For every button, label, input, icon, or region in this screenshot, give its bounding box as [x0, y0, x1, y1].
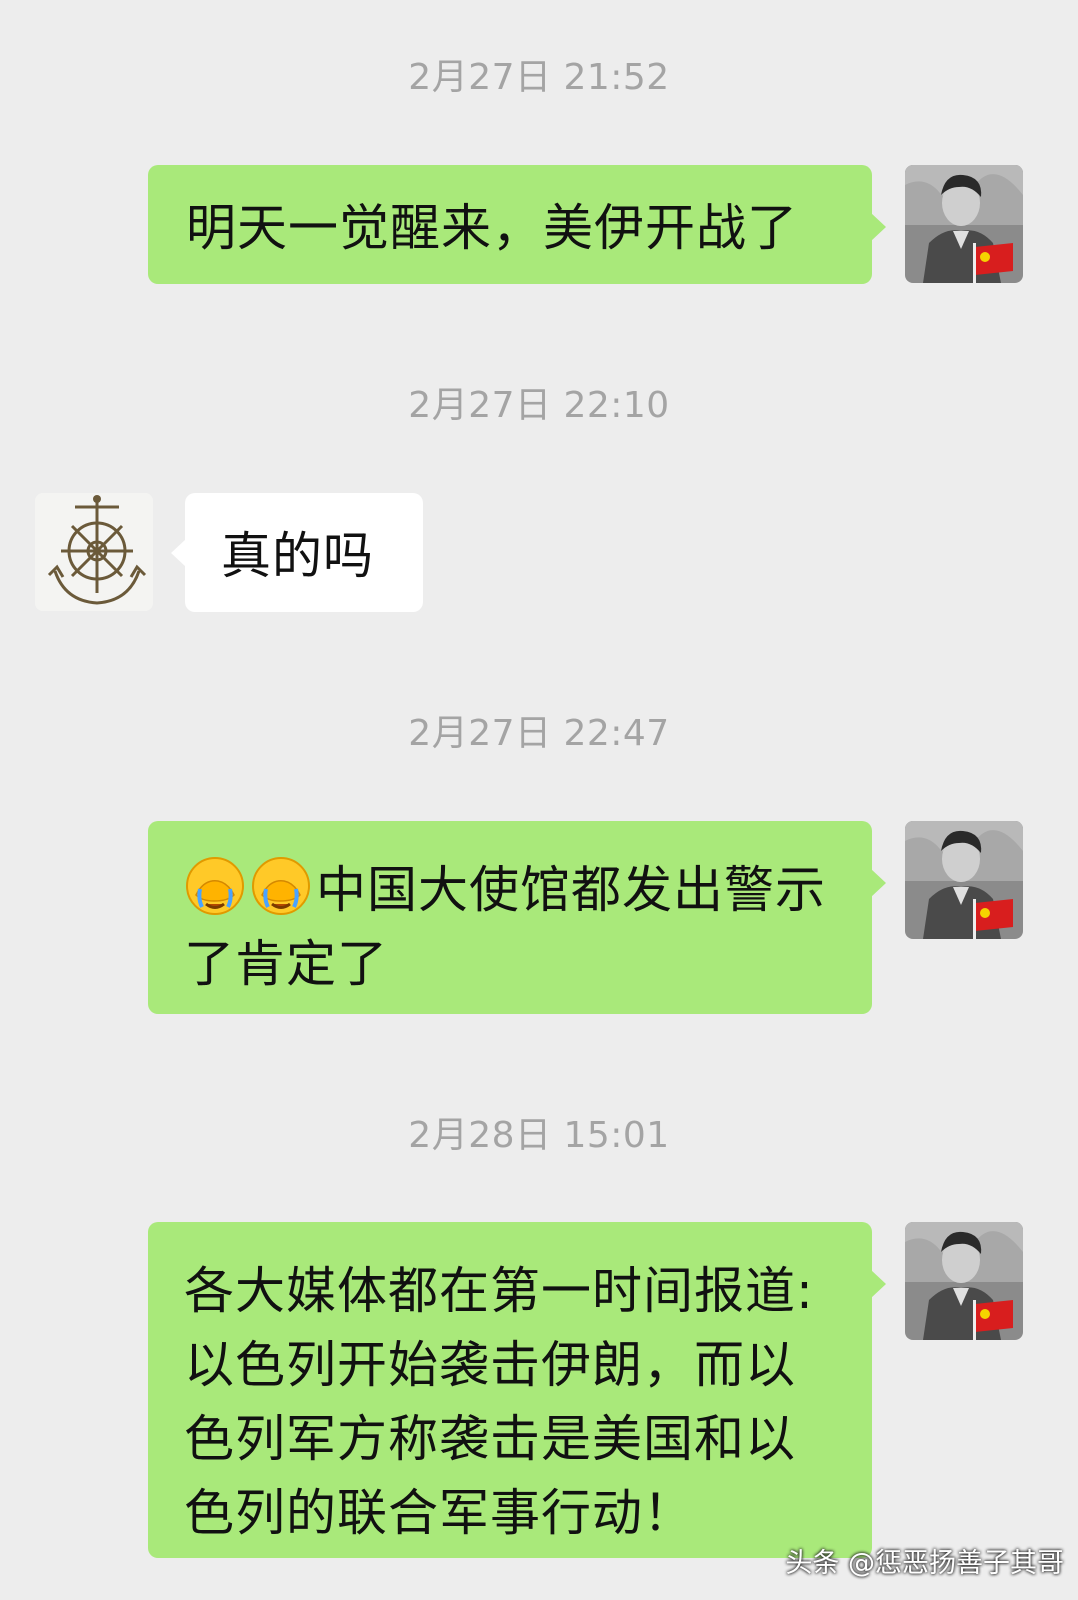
- face-palm-crying-emoji-icon: [184, 855, 246, 917]
- my-avatar[interactable]: [905, 821, 1023, 939]
- sent-message-bubble[interactable]: 各大媒体都在第一时间报道:以色列开始袭击伊朗，而以色列军方称袭击是美国和以色列的…: [148, 1222, 886, 1558]
- watermark: 头条 @惩恶扬善子其哥: [785, 1548, 1064, 1579]
- sent-message-bubble[interactable]: 中国大使馆都发出警示了肯定了: [148, 821, 886, 1014]
- sent-message-bubble[interactable]: 明天一觉醒来，美伊开战了: [148, 165, 886, 284]
- ship-wheel-anchor-icon: [35, 493, 153, 611]
- my-avatar[interactable]: [905, 165, 1023, 283]
- man-portrait-icon: [905, 821, 1023, 939]
- contact-avatar[interactable]: [35, 493, 153, 611]
- man-portrait-icon: [905, 1222, 1023, 1340]
- timestamp: 2月27日 22:10: [408, 385, 670, 426]
- man-portrait-icon: [905, 165, 1023, 283]
- message-text: 真的吗: [221, 527, 374, 585]
- face-palm-crying-emoji-icon: [250, 855, 312, 917]
- received-message-bubble[interactable]: 真的吗: [171, 493, 423, 612]
- timestamp: 2月28日 15:01: [408, 1115, 670, 1156]
- message-text: 各大媒体都在第一时间报道:以色列开始袭击伊朗，而以色列军方称袭击是美国和以色列的…: [184, 1262, 814, 1542]
- message-text: 明天一觉醒来，美伊开战了: [186, 199, 798, 257]
- timestamp: 2月27日 21:52: [408, 57, 670, 98]
- my-avatar[interactable]: [905, 1222, 1023, 1340]
- timestamp: 2月27日 22:47: [408, 713, 670, 754]
